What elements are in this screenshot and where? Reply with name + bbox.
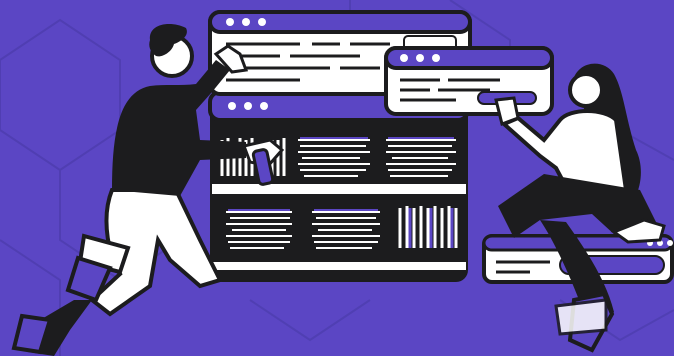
illustration-canvas bbox=[0, 0, 674, 356]
top-window-dots bbox=[226, 18, 266, 26]
shelf-lower-books bbox=[398, 206, 458, 248]
main-window-dots bbox=[228, 102, 268, 110]
popup-window-dots bbox=[400, 54, 440, 62]
main-window bbox=[208, 90, 470, 282]
illustration-stage bbox=[0, 0, 674, 356]
shelf-divider-2 bbox=[212, 262, 466, 270]
shelf-divider-1 bbox=[212, 184, 466, 194]
popup-window bbox=[384, 46, 554, 116]
